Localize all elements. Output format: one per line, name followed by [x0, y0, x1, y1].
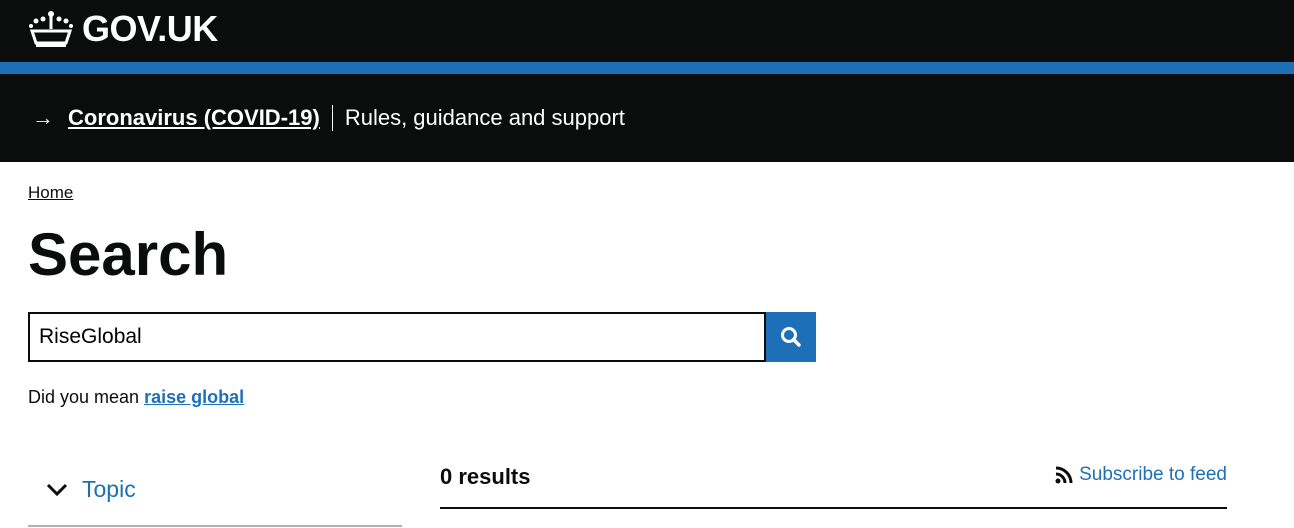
- banner-text: Rules, guidance and support: [344, 105, 625, 130]
- crown-icon: [29, 11, 73, 47]
- page-title: Search: [28, 221, 229, 288]
- search-input[interactable]: [28, 312, 766, 362]
- logo-text: GOV.UK: [82, 8, 218, 49]
- results-divider: [440, 507, 1227, 509]
- did-you-mean: Did you mean raise global: [28, 387, 244, 408]
- suggestion-link[interactable]: raise global: [144, 387, 244, 407]
- filter-divider: [28, 525, 402, 527]
- divider: [331, 105, 333, 131]
- brand-stripe: [0, 62, 1294, 74]
- search-icon: [781, 327, 801, 347]
- govuk-logo-link[interactable]: GOV.UK: [28, 8, 218, 50]
- arrow-right-icon: →: [32, 105, 54, 130]
- topic-filter-toggle[interactable]: Topic: [46, 476, 136, 503]
- results-count: 0 results: [440, 464, 531, 489]
- topic-label: Topic: [82, 476, 136, 502]
- rss-icon: [1055, 466, 1073, 484]
- covid-banner: → Coronavirus (COVID-19) Rules, guidance…: [0, 74, 1294, 162]
- suggestion-prefix: Did you mean: [28, 387, 140, 407]
- search-button[interactable]: [766, 312, 816, 362]
- chevron-down-icon: [46, 483, 68, 496]
- covid-link[interactable]: Coronavirus (COVID-19): [68, 105, 320, 131]
- subscribe-feed-link[interactable]: Subscribe to feed: [1055, 464, 1227, 486]
- search-form: [28, 312, 816, 362]
- site-header: GOV.UK: [0, 0, 1294, 62]
- subscribe-label: Subscribe to feed: [1079, 464, 1227, 485]
- breadcrumb-home[interactable]: Home: [28, 183, 73, 203]
